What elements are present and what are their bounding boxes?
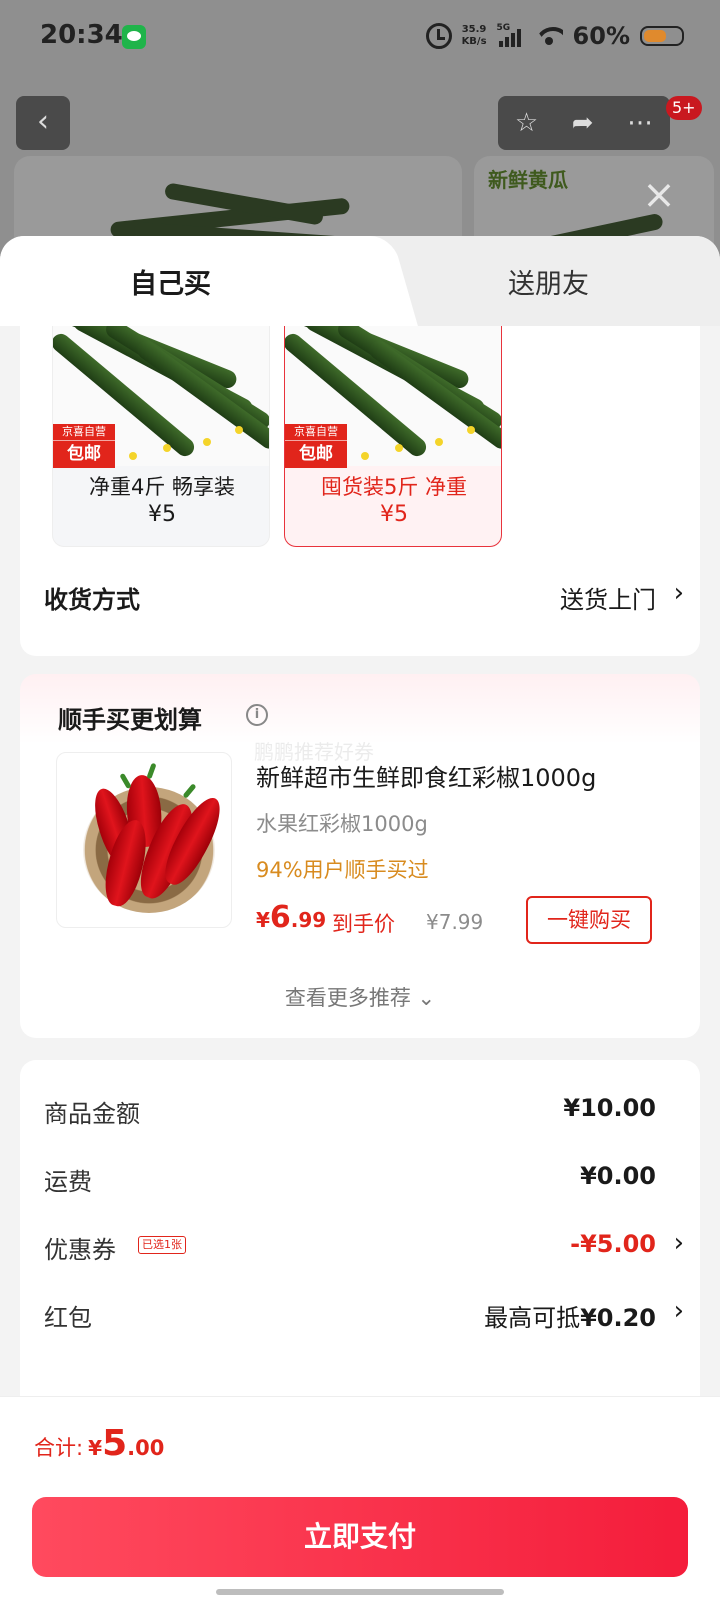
network-speed-unit: KB/s (461, 36, 487, 47)
chevron-right-icon: › (673, 578, 684, 608)
delivery-method-row[interactable]: 收货方式 送货上门 › (44, 576, 684, 616)
back-button[interactable]: ‹ (16, 96, 70, 150)
jd-self-operated-badge: 京喜自营 包邮 (53, 424, 115, 468)
order-total: 合计: ¥5.00 (34, 1423, 164, 1464)
badge-text-bottom: 包邮 (299, 444, 333, 464)
badge-text-top: 京喜自营 (285, 424, 347, 441)
red-packet-label: 红包 (44, 1304, 92, 1332)
final-price-label: 到手价 (332, 912, 395, 936)
share-icon[interactable]: ➦ (572, 108, 594, 138)
message-badge: 5+ (666, 96, 702, 120)
wifi-icon (535, 25, 563, 47)
star-icon[interactable]: ☆ (515, 108, 538, 138)
battery-percent: 60% (572, 22, 630, 50)
order-summary-card: 商品金额 ¥10.00 运费 ¥0.00 优惠券 已选1张 -¥5.00 › 红… (20, 1060, 700, 1400)
jd-self-operated-badge: 京喜自营 包邮 (285, 424, 347, 468)
pepper-product-image[interactable] (56, 752, 232, 928)
spec-card: 京喜自营 包邮 净重4斤 畅享装 ¥5 京喜自营 包邮 囤货装5斤 净重 ¥5 … (20, 326, 700, 656)
recommend-product-name[interactable]: 新鲜超市生鲜即食红彩椒1000g (256, 758, 596, 793)
recommend-social-proof: 94%用户顺手买过 (256, 858, 429, 882)
total-label: 合计: (34, 1436, 84, 1460)
top-actions: ☆ ➦ ⋯ (498, 96, 670, 150)
cellular-signal-icon: 5G (497, 23, 525, 49)
recommend-title: 顺手买更划算 (58, 706, 202, 734)
total-integer: 5 (102, 1423, 128, 1464)
tab-buy-for-self[interactable]: 自己买 (130, 262, 211, 301)
spec-price: ¥5 (148, 502, 176, 527)
background-product-page: 20:34 35.9 KB/s 5G 60% ‹ ☆ ➦ ⋯ 5+ 新鲜黄瓜 × (0, 0, 720, 260)
network-speed: 35.9 KB/s (462, 24, 487, 48)
badge-text-bottom: 包邮 (67, 444, 101, 464)
checkout-bottom-bar: 合计: ¥5.00 立即支付 (0, 1396, 720, 1600)
network-speed-value: 35.9 (461, 24, 487, 35)
battery-icon (640, 26, 684, 46)
spec-option-4jin[interactable]: 京喜自营 包邮 净重4斤 畅享装 ¥5 (52, 326, 270, 547)
product-image-title: 新鲜黄瓜 (488, 168, 568, 192)
spec-name: 净重4斤 畅享装 (88, 475, 236, 499)
close-icon[interactable]: × (640, 175, 678, 215)
subtotal-value: ¥10.00 (563, 1094, 656, 1122)
coupon-row[interactable]: 优惠券 已选1张 -¥5.00 › (44, 1226, 684, 1266)
price-decimal: .99 (290, 908, 327, 932)
info-icon[interactable]: i (246, 704, 268, 726)
spec-name: 囤货装5斤 净重 (320, 475, 468, 499)
add-on-recommend-card: 顺手买更划算 i 鹏鹏推荐好券 新鲜超市生鲜即食红彩椒1000g 水果红彩椒10… (20, 674, 700, 1038)
recommend-price: ¥6.99 (256, 900, 326, 935)
spec-price: ¥5 (380, 502, 408, 527)
red-packet-value: 最高可抵¥0.20 (484, 1298, 656, 1333)
total-currency: ¥ (88, 1436, 103, 1460)
red-packet-row[interactable]: 红包 最高可抵¥0.20 › (44, 1294, 684, 1334)
coupon-selected-tag: 已选1张 (138, 1236, 186, 1254)
more-icon[interactable]: ⋯ (627, 108, 653, 138)
chevron-right-icon: › (673, 1228, 684, 1258)
coupon-label: 优惠券 (44, 1236, 116, 1264)
view-more-recommendations[interactable]: 查看更多推荐 ⌄ (20, 982, 700, 1012)
shipping-value: ¥0.00 (580, 1162, 656, 1190)
one-click-buy-button[interactable]: 一键购买 (526, 896, 652, 944)
original-price: ¥7.99 (426, 910, 484, 934)
coupon-value: -¥5.00 (570, 1230, 656, 1258)
shipping-row: 运费 ¥0.00 (44, 1158, 684, 1198)
badge-text-top: 京喜自营 (53, 424, 115, 441)
subtotal-label: 商品金额 (44, 1100, 140, 1128)
total-decimal: .00 (127, 1436, 165, 1460)
recommend-product-spec: 水果红彩椒1000g (256, 812, 428, 836)
home-indicator[interactable] (216, 1589, 504, 1595)
status-bar: 20:34 35.9 KB/s 5G 60% (0, 0, 720, 78)
price-currency: ¥ (256, 908, 270, 932)
status-time: 20:34 (40, 20, 123, 50)
delivery-label: 收货方式 (44, 586, 140, 614)
spec-option-5jin[interactable]: 京喜自营 包邮 囤货装5斤 净重 ¥5 (284, 326, 502, 547)
red-packet-amount: ¥0.20 (580, 1304, 656, 1332)
subtotal-row: 商品金额 ¥10.00 (44, 1090, 684, 1130)
red-packet-prefix: 最高可抵 (484, 1304, 581, 1332)
status-icons: 35.9 KB/s 5G 60% (425, 22, 684, 50)
tab-gift-to-friend[interactable]: 送朋友 (508, 262, 589, 301)
wechat-notification-icon (122, 25, 146, 49)
alarm-icon (425, 23, 452, 49)
chevron-left-icon: ‹ (37, 104, 49, 139)
purchase-tabs: 自己买 送朋友 (0, 236, 720, 326)
shipping-label: 运费 (44, 1168, 92, 1196)
price-integer: 6 (269, 900, 291, 935)
delivery-value: 送货上门 (560, 586, 656, 614)
pay-now-button[interactable]: 立即支付 (32, 1497, 688, 1577)
chevron-right-icon: › (673, 1296, 684, 1326)
